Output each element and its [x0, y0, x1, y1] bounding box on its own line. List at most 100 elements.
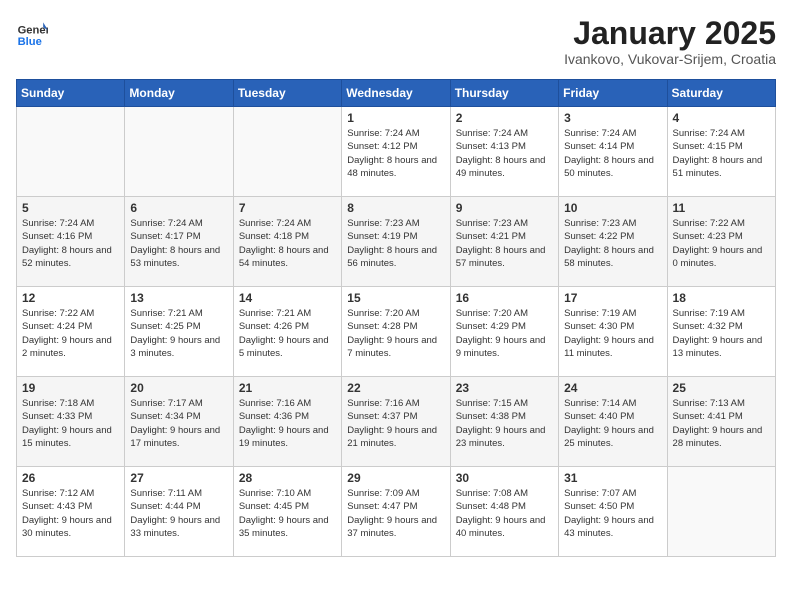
day-header-tuesday: Tuesday [233, 80, 341, 107]
day-info: Sunrise: 7:16 AM Sunset: 4:36 PM Dayligh… [239, 397, 336, 450]
calendar-cell: 31 Sunrise: 7:07 AM Sunset: 4:50 PM Dayli… [559, 467, 667, 557]
day-number: 22 [347, 381, 444, 395]
calendar-cell: 25 Sunrise: 7:13 AM Sunset: 4:41 PM Dayli… [667, 377, 775, 467]
day-info: Sunrise: 7:24 AM Sunset: 4:12 PM Dayligh… [347, 127, 444, 180]
day-info: Sunrise: 7:10 AM Sunset: 4:45 PM Dayligh… [239, 487, 336, 540]
day-number: 5 [22, 201, 119, 215]
day-number: 25 [673, 381, 770, 395]
calendar-cell: 29Sunrise: 7:09 AM Sunset: 4:47 PM Dayli… [342, 467, 450, 557]
day-number: 30 [456, 471, 553, 485]
calendar-cell: 24 Sunrise: 7:14 AM Sunset: 4:40 PM Dayli… [559, 377, 667, 467]
calendar-cell: 20 Sunrise: 7:17 AM Sunset: 4:34 PM Dayli… [125, 377, 233, 467]
calendar-cell: 22Sunrise: 7:16 AM Sunset: 4:37 PM Dayli… [342, 377, 450, 467]
day-info: Sunrise: 7:13 AM Sunset: 4:41 PM Dayligh… [673, 397, 770, 450]
calendar-cell: 2 Sunrise: 7:24 AM Sunset: 4:13 PM Daylig… [450, 107, 558, 197]
day-info: Sunrise: 7:11 AM Sunset: 4:44 PM Dayligh… [130, 487, 227, 540]
day-number: 6 [130, 201, 227, 215]
day-number: 3 [564, 111, 661, 125]
day-number: 12 [22, 291, 119, 305]
calendar-table: SundayMondayTuesdayWednesdayThursdayFrid… [16, 79, 776, 557]
day-number: 29 [347, 471, 444, 485]
day-number: 21 [239, 381, 336, 395]
logo-icon: General Blue [16, 16, 48, 48]
week-row-5: 26Sunrise: 7:12 AM Sunset: 4:43 PM Dayli… [17, 467, 776, 557]
calendar-cell: 15 Sunrise: 7:20 AM Sunset: 4:28 PM Dayli… [342, 287, 450, 377]
day-info: Sunrise: 7:21 AM Sunset: 4:25 PM Dayligh… [130, 307, 227, 360]
calendar-cell: 28 Sunrise: 7:10 AM Sunset: 4:45 PM Dayli… [233, 467, 341, 557]
day-info: Sunrise: 7:24 AM Sunset: 4:14 PM Dayligh… [564, 127, 661, 180]
day-info: Sunrise: 7:24 AM Sunset: 4:17 PM Dayligh… [130, 217, 227, 270]
week-row-2: 5 Sunrise: 7:24 AM Sunset: 4:16 PM Daylig… [17, 197, 776, 287]
day-header-saturday: Saturday [667, 80, 775, 107]
day-header-monday: Monday [125, 80, 233, 107]
day-number: 20 [130, 381, 227, 395]
calendar-cell: 12 Sunrise: 7:22 AM Sunset: 4:24 PM Dayli… [17, 287, 125, 377]
day-header-thursday: Thursday [450, 80, 558, 107]
day-info: Sunrise: 7:20 AM Sunset: 4:29 PM Dayligh… [456, 307, 553, 360]
calendar-cell: 10 Sunrise: 7:23 AM Sunset: 4:22 PM Dayli… [559, 197, 667, 287]
day-info: Sunrise: 7:22 AM Sunset: 4:23 PM Dayligh… [673, 217, 770, 270]
day-number: 23 [456, 381, 553, 395]
day-number: 15 [347, 291, 444, 305]
day-info: Sunrise: 7:21 AM Sunset: 4:26 PM Dayligh… [239, 307, 336, 360]
day-info: Sunrise: 7:17 AM Sunset: 4:34 PM Dayligh… [130, 397, 227, 450]
day-number: 28 [239, 471, 336, 485]
calendar-cell: 17Sunrise: 7:19 AM Sunset: 4:30 PM Dayli… [559, 287, 667, 377]
day-number: 14 [239, 291, 336, 305]
calendar-cell [667, 467, 775, 557]
title-block: January 2025 Ivankovo, Vukovar-Srijem, C… [564, 16, 776, 67]
calendar-cell: 16 Sunrise: 7:20 AM Sunset: 4:29 PM Dayli… [450, 287, 558, 377]
day-number: 16 [456, 291, 553, 305]
day-number: 10 [564, 201, 661, 215]
day-info: Sunrise: 7:24 AM Sunset: 4:13 PM Dayligh… [456, 127, 553, 180]
calendar-cell: 5 Sunrise: 7:24 AM Sunset: 4:16 PM Daylig… [17, 197, 125, 287]
calendar-cell [17, 107, 125, 197]
day-info: Sunrise: 7:08 AM Sunset: 4:48 PM Dayligh… [456, 487, 553, 540]
day-info: Sunrise: 7:24 AM Sunset: 4:18 PM Dayligh… [239, 217, 336, 270]
week-row-4: 19 Sunrise: 7:18 AM Sunset: 4:33 PM Dayli… [17, 377, 776, 467]
calendar-cell: 13Sunrise: 7:21 AM Sunset: 4:25 PM Dayli… [125, 287, 233, 377]
calendar-cell: 18Sunrise: 7:19 AM Sunset: 4:32 PM Dayli… [667, 287, 775, 377]
day-info: Sunrise: 7:07 AM Sunset: 4:50 PM Dayligh… [564, 487, 661, 540]
day-number: 19 [22, 381, 119, 395]
day-info: Sunrise: 7:24 AM Sunset: 4:16 PM Dayligh… [22, 217, 119, 270]
day-info: Sunrise: 7:22 AM Sunset: 4:24 PM Dayligh… [22, 307, 119, 360]
day-number: 4 [673, 111, 770, 125]
day-number: 11 [673, 201, 770, 215]
day-info: Sunrise: 7:20 AM Sunset: 4:28 PM Dayligh… [347, 307, 444, 360]
day-info: Sunrise: 7:18 AM Sunset: 4:33 PM Dayligh… [22, 397, 119, 450]
day-number: 17 [564, 291, 661, 305]
calendar-subtitle: Ivankovo, Vukovar-Srijem, Croatia [564, 51, 776, 67]
calendar-cell: 11 Sunrise: 7:22 AM Sunset: 4:23 PM Dayli… [667, 197, 775, 287]
calendar-title: January 2025 [564, 16, 776, 51]
calendar-cell: 9Sunrise: 7:23 AM Sunset: 4:21 PM Daylig… [450, 197, 558, 287]
logo: General Blue [16, 16, 48, 48]
calendar-cell: 21 Sunrise: 7:16 AM Sunset: 4:36 PM Dayli… [233, 377, 341, 467]
day-info: Sunrise: 7:23 AM Sunset: 4:22 PM Dayligh… [564, 217, 661, 270]
calendar-cell: 26Sunrise: 7:12 AM Sunset: 4:43 PM Dayli… [17, 467, 125, 557]
calendar-cell: 7Sunrise: 7:24 AM Sunset: 4:18 PM Daylig… [233, 197, 341, 287]
day-info: Sunrise: 7:24 AM Sunset: 4:15 PM Dayligh… [673, 127, 770, 180]
calendar-cell: 1 Sunrise: 7:24 AM Sunset: 4:12 PM Daylig… [342, 107, 450, 197]
calendar-cell: 4 Sunrise: 7:24 AM Sunset: 4:15 PM Daylig… [667, 107, 775, 197]
week-row-1: 1 Sunrise: 7:24 AM Sunset: 4:12 PM Daylig… [17, 107, 776, 197]
week-row-3: 12 Sunrise: 7:22 AM Sunset: 4:24 PM Dayli… [17, 287, 776, 377]
days-header-row: SundayMondayTuesdayWednesdayThursdayFrid… [17, 80, 776, 107]
svg-text:Blue: Blue [18, 36, 42, 48]
calendar-cell: 23 Sunrise: 7:15 AM Sunset: 4:38 PM Dayli… [450, 377, 558, 467]
day-info: Sunrise: 7:14 AM Sunset: 4:40 PM Dayligh… [564, 397, 661, 450]
calendar-cell: 30 Sunrise: 7:08 AM Sunset: 4:48 PM Dayli… [450, 467, 558, 557]
calendar-cell: 27Sunrise: 7:11 AM Sunset: 4:44 PM Dayli… [125, 467, 233, 557]
day-number: 31 [564, 471, 661, 485]
day-number: 1 [347, 111, 444, 125]
day-info: Sunrise: 7:19 AM Sunset: 4:32 PM Dayligh… [673, 307, 770, 360]
day-info: Sunrise: 7:15 AM Sunset: 4:38 PM Dayligh… [456, 397, 553, 450]
calendar-cell: 6 Sunrise: 7:24 AM Sunset: 4:17 PM Daylig… [125, 197, 233, 287]
page-header: General Blue January 2025 Ivankovo, Vuko… [16, 16, 776, 67]
day-number: 8 [347, 201, 444, 215]
day-number: 26 [22, 471, 119, 485]
day-header-friday: Friday [559, 80, 667, 107]
day-number: 24 [564, 381, 661, 395]
day-info: Sunrise: 7:23 AM Sunset: 4:21 PM Dayligh… [456, 217, 553, 270]
day-number: 2 [456, 111, 553, 125]
